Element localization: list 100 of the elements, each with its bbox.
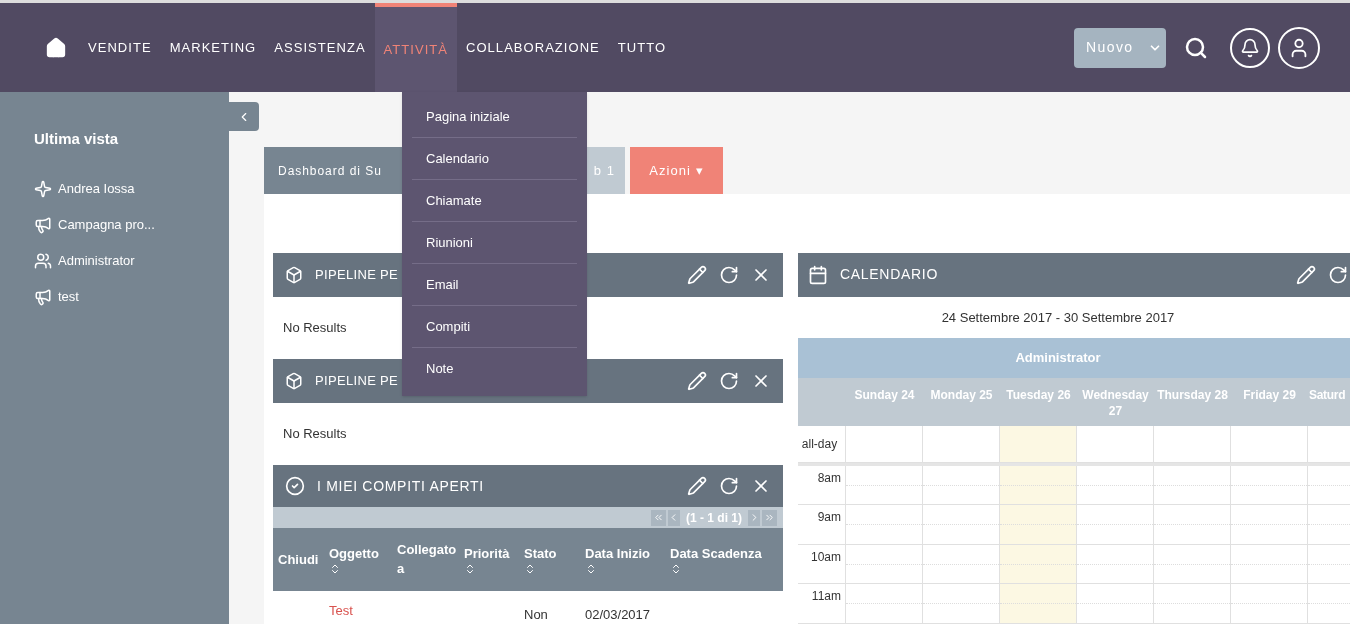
collapse-button[interactable] (229, 102, 259, 131)
menu-item[interactable]: Riunioni (412, 222, 577, 264)
column-header[interactable]: Priorità (459, 543, 519, 576)
calendar-slot[interactable] (1000, 584, 1077, 624)
calendar-slot[interactable] (1154, 465, 1231, 506)
calendar-slot[interactable] (1154, 584, 1231, 624)
table-cell-text: Non (523, 605, 549, 624)
menu-item[interactable]: Calendario (412, 138, 577, 180)
dashlet-title: I MIEI COMPITI APERTI (317, 476, 484, 496)
sidebar-item[interactable]: test (34, 278, 229, 315)
nav-item[interactable]: ASSISTENZA (265, 3, 375, 92)
cube-icon (285, 266, 303, 284)
calendar-slot[interactable] (1000, 426, 1077, 463)
calendar-slot[interactable] (846, 584, 923, 624)
calendar-slot[interactable] (923, 505, 1000, 545)
calendar-slot[interactable] (923, 544, 1000, 585)
sidebar-item[interactable]: Campagna pro... (34, 206, 229, 243)
calendar-slot[interactable] (846, 544, 923, 585)
sidebar-item[interactable]: Administrator (34, 242, 229, 279)
first-page-button[interactable] (651, 509, 666, 526)
calendar-slot[interactable] (1154, 505, 1231, 545)
calendar-slot[interactable] (1154, 544, 1231, 585)
column-header[interactable]: Stato (519, 543, 580, 576)
calendar-slot[interactable] (1077, 584, 1154, 624)
nav-item[interactable]: TUTTO (608, 3, 676, 92)
actions-button[interactable]: Azioni ▾ (630, 147, 723, 194)
sidebar-title: Ultima vista (34, 129, 120, 149)
table-cell-text: 02/03/2017 (584, 605, 652, 624)
date-range: 24 Settembre 2017 - 30 Settembre 2017 (941, 308, 1175, 327)
refresh-icon[interactable] (1328, 264, 1348, 285)
megaphone-icon (34, 215, 52, 234)
nav-item[interactable]: VENDITE (79, 3, 161, 92)
calendar-slot[interactable] (846, 465, 923, 506)
empty-message: No Results (283, 425, 347, 444)
edit-icon[interactable] (1296, 264, 1316, 285)
refresh-icon[interactable] (719, 371, 739, 391)
nav-item[interactable]: ATTIVITÀ (374, 3, 457, 92)
edit-icon[interactable] (687, 476, 707, 497)
calendar-slot[interactable] (1231, 465, 1308, 506)
nav-item[interactable]: COLLABORAZIONE (457, 3, 609, 92)
calendar-icon (808, 264, 828, 285)
calendar-slot[interactable] (1000, 465, 1077, 506)
calendar-slot[interactable] (846, 505, 923, 545)
menu-item[interactable]: Compiti (412, 306, 577, 348)
new-button[interactable]: Nuovo (1074, 27, 1166, 68)
sort-icon[interactable] (524, 563, 536, 576)
profile-button[interactable] (1278, 26, 1320, 69)
calendar-slot[interactable] (1077, 426, 1154, 463)
sort-icon[interactable] (329, 563, 341, 576)
prev-page-button[interactable] (668, 509, 680, 526)
star-icon (34, 179, 52, 198)
calendar-slot[interactable] (1231, 544, 1308, 585)
day-header: Monday 25 (929, 386, 994, 403)
users-icon (34, 251, 52, 270)
refresh-icon[interactable] (719, 265, 739, 285)
calendar-slot[interactable] (923, 426, 1000, 463)
calendar-slot[interactable] (1231, 584, 1308, 624)
calendar-slot[interactable] (1077, 505, 1154, 545)
sort-icon[interactable] (670, 563, 682, 576)
calendar-slot[interactable] (1000, 544, 1077, 585)
table-cell[interactable]: Test (324, 600, 392, 624)
cube-icon (285, 372, 303, 390)
calendar-slot[interactable] (1231, 505, 1308, 545)
sidebar-item[interactable]: Andrea Iossa (34, 170, 229, 207)
nav-item[interactable]: MARKETING (160, 3, 266, 92)
empty-message: No Results (283, 319, 347, 338)
day-header: Saturd (1308, 386, 1347, 403)
dashlet-title: PIPELINE PE (315, 372, 399, 391)
last-page-button[interactable] (762, 509, 777, 526)
day-header: Thursday 28 (1156, 386, 1229, 403)
calendar-slot[interactable] (1077, 465, 1154, 506)
day-header: Sunday 24 (853, 386, 916, 403)
calendar-slot[interactable] (1077, 544, 1154, 585)
menu-item[interactable]: Pagina iniziale (412, 96, 577, 138)
sort-icon[interactable] (464, 563, 476, 576)
column-header[interactable]: Chiudi (273, 549, 324, 570)
megaphone-icon (34, 287, 52, 306)
calendar-slot[interactable] (1231, 426, 1308, 463)
notification-button[interactable] (1230, 27, 1270, 68)
calendar-slot[interactable] (1154, 426, 1231, 463)
column-header[interactable]: Data Scadenza (665, 543, 783, 576)
calendar-slot[interactable] (923, 465, 1000, 506)
column-header[interactable]: Data Inizio (580, 543, 665, 576)
calendar-slot[interactable] (1000, 505, 1077, 545)
refresh-icon[interactable] (719, 476, 739, 497)
next-page-button[interactable] (748, 509, 760, 526)
sort-icon[interactable] (585, 563, 597, 576)
edit-icon[interactable] (687, 265, 707, 285)
calendar-slot[interactable] (846, 426, 923, 463)
search-icon[interactable] (1184, 35, 1208, 60)
menu-item[interactable]: Note (412, 348, 577, 390)
column-header[interactable]: Collegato a (392, 539, 459, 579)
menu-item[interactable]: Chiamate (412, 180, 577, 222)
bell-icon (1240, 37, 1260, 58)
column-header[interactable]: Oggetto (324, 543, 392, 576)
home-icon[interactable] (45, 36, 67, 59)
dashlet-title: CALENDARIO (840, 265, 939, 285)
menu-item[interactable]: Email (412, 264, 577, 306)
edit-icon[interactable] (687, 371, 707, 391)
calendar-slot[interactable] (923, 584, 1000, 624)
